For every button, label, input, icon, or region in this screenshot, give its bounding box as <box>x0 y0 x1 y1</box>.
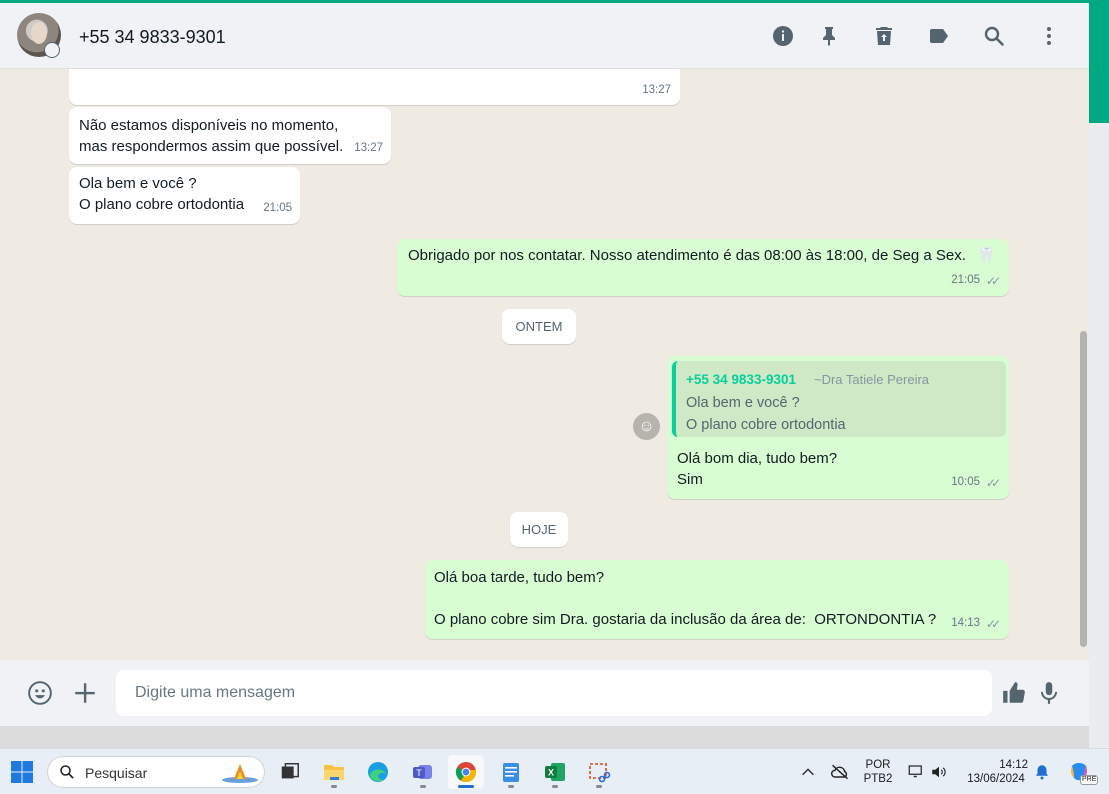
message-outgoing[interactable]: Olá boa tarde, tudo bem? O plano cobre s… <box>425 560 1009 639</box>
message-outgoing[interactable]: Obrigado por nos contatar. Nosso atendim… <box>397 239 1009 296</box>
quoted-message[interactable]: +55 34 9833-9301 ~Dra Tatiele Pereira Ol… <box>672 361 1006 437</box>
tooth-emoji: 🦷 <box>977 247 996 264</box>
preview-badge: PRE <box>1080 775 1099 785</box>
input-language-code: POR <box>865 759 891 771</box>
svg-text:X: X <box>548 768 554 778</box>
search-icon <box>60 765 74 779</box>
windows-taskbar: Pesquisar T X POR PTB2 14:12 13/06/2024 … <box>0 748 1109 794</box>
menu-icon[interactable] <box>1035 22 1063 50</box>
clock-date: 13/06/2024 <box>967 773 1025 785</box>
plus-icon[interactable] <box>70 678 100 708</box>
svg-text:T: T <box>416 768 422 778</box>
search-icon[interactable] <box>980 22 1008 50</box>
message-text: Ola bem e você ? O plano cobre ortodonti… <box>79 175 245 213</box>
read-receipt-icon: ✓✓ <box>985 274 1001 288</box>
campfire-illustration-icon <box>220 761 260 783</box>
message-list[interactable]: 13:27 Não estamos disponíveis no momento… <box>0 69 1089 660</box>
chevron-up-icon[interactable] <box>790 755 826 789</box>
windows-start-icon[interactable] <box>4 755 40 789</box>
chrome-browser-icon[interactable] <box>448 755 484 789</box>
message-time: 21:05 <box>951 274 980 286</box>
day-separator: HOJE <box>510 512 568 547</box>
timer-badge-icon <box>44 42 60 58</box>
quoted-text: Ola bem e você ? <box>686 395 800 411</box>
message-incoming[interactable]: Não estamos disponíveis no momento, mas … <box>69 107 391 164</box>
notepad-icon[interactable] <box>493 755 529 789</box>
message-time: 21:05 <box>263 202 292 214</box>
message-time: 13:27 <box>354 142 383 154</box>
background-green-strip <box>1089 3 1109 123</box>
edge-browser-icon[interactable] <box>360 755 396 789</box>
message-outgoing[interactable]: +55 34 9833-9301 ~Dra Tatiele Pereira Ol… <box>667 356 1009 499</box>
running-indicator <box>420 785 426 788</box>
running-indicator <box>596 785 602 788</box>
message-composer <box>0 660 1089 726</box>
file-explorer-icon[interactable] <box>316 755 352 789</box>
read-receipt-icon: ✓✓ <box>985 476 1001 490</box>
contact-name[interactable]: +55 34 9833-9301 <box>79 27 226 48</box>
background-side-panel <box>1089 123 1109 749</box>
copilot-icon[interactable]: PRE <box>1062 755 1099 789</box>
message-incoming[interactable]: Ola bem e você ? O plano cobre ortodonti… <box>69 167 300 224</box>
thumbs-up-icon[interactable] <box>999 678 1029 708</box>
quoted-alias: ~Dra Tatiele Pereira <box>814 372 930 387</box>
quoted-text: O plano cobre ortodontia <box>686 417 846 433</box>
clock[interactable]: 14:12 13/06/2024 <box>958 758 1034 786</box>
chat-header[interactable]: +55 34 9833-9301 <box>0 3 1089 69</box>
volume-icon[interactable] <box>926 755 952 789</box>
emoji-reaction-icon[interactable]: ☺ <box>633 413 660 440</box>
avatar-photo <box>31 22 47 44</box>
message-incoming[interactable]: 13:27 <box>69 69 680 105</box>
running-indicator <box>331 785 337 788</box>
task-view-icon[interactable] <box>272 755 308 789</box>
taskbar-search[interactable]: Pesquisar <box>47 756 265 788</box>
message-text: Obrigado por nos contatar. Nosso atendim… <box>408 247 966 264</box>
input-language-layout: PTB2 <box>863 773 893 785</box>
day-separator: ONTEM <box>502 309 576 344</box>
emoji-icon[interactable] <box>25 678 55 708</box>
read-receipt-icon: ✓✓ <box>985 617 1001 631</box>
message-text: Não estamos disponíveis no momento, mas … <box>79 117 344 155</box>
snipping-tool-icon[interactable] <box>581 755 617 789</box>
whatsapp-conversation: +55 34 9833-9301 13:27 Não estamos dispo… <box>0 3 1089 726</box>
message-input[interactable] <box>116 670 992 716</box>
running-indicator <box>508 785 514 788</box>
microphone-icon[interactable] <box>1034 678 1064 708</box>
running-indicator <box>552 785 558 788</box>
quoted-author: +55 34 9833-9301 <box>686 372 796 387</box>
message-time: 10:05 <box>951 476 980 488</box>
taskbar-search-label: Pesquisar <box>85 765 148 781</box>
excel-icon[interactable]: X <box>537 755 573 789</box>
delete-icon[interactable] <box>870 22 898 50</box>
message-time: 13:27 <box>642 84 671 96</box>
message-text: Olá boa tarde, tudo bem? O plano cobre s… <box>434 569 937 628</box>
label-icon[interactable] <box>925 22 953 50</box>
input-language[interactable]: POR PTB2 <box>860 758 896 786</box>
message-time: 14:13 <box>951 617 980 629</box>
notification-bell-icon[interactable] <box>1030 755 1054 789</box>
pin-icon[interactable] <box>815 22 843 50</box>
clock-time: 14:12 <box>999 759 1028 771</box>
message-text: Olá bom dia, tudo bem? Sim <box>677 450 838 488</box>
teams-icon[interactable]: T <box>405 755 441 789</box>
cloud-offline-icon[interactable] <box>822 755 858 789</box>
active-indicator <box>458 785 474 788</box>
scrollbar[interactable] <box>1080 331 1087 647</box>
info-icon[interactable] <box>769 22 797 50</box>
